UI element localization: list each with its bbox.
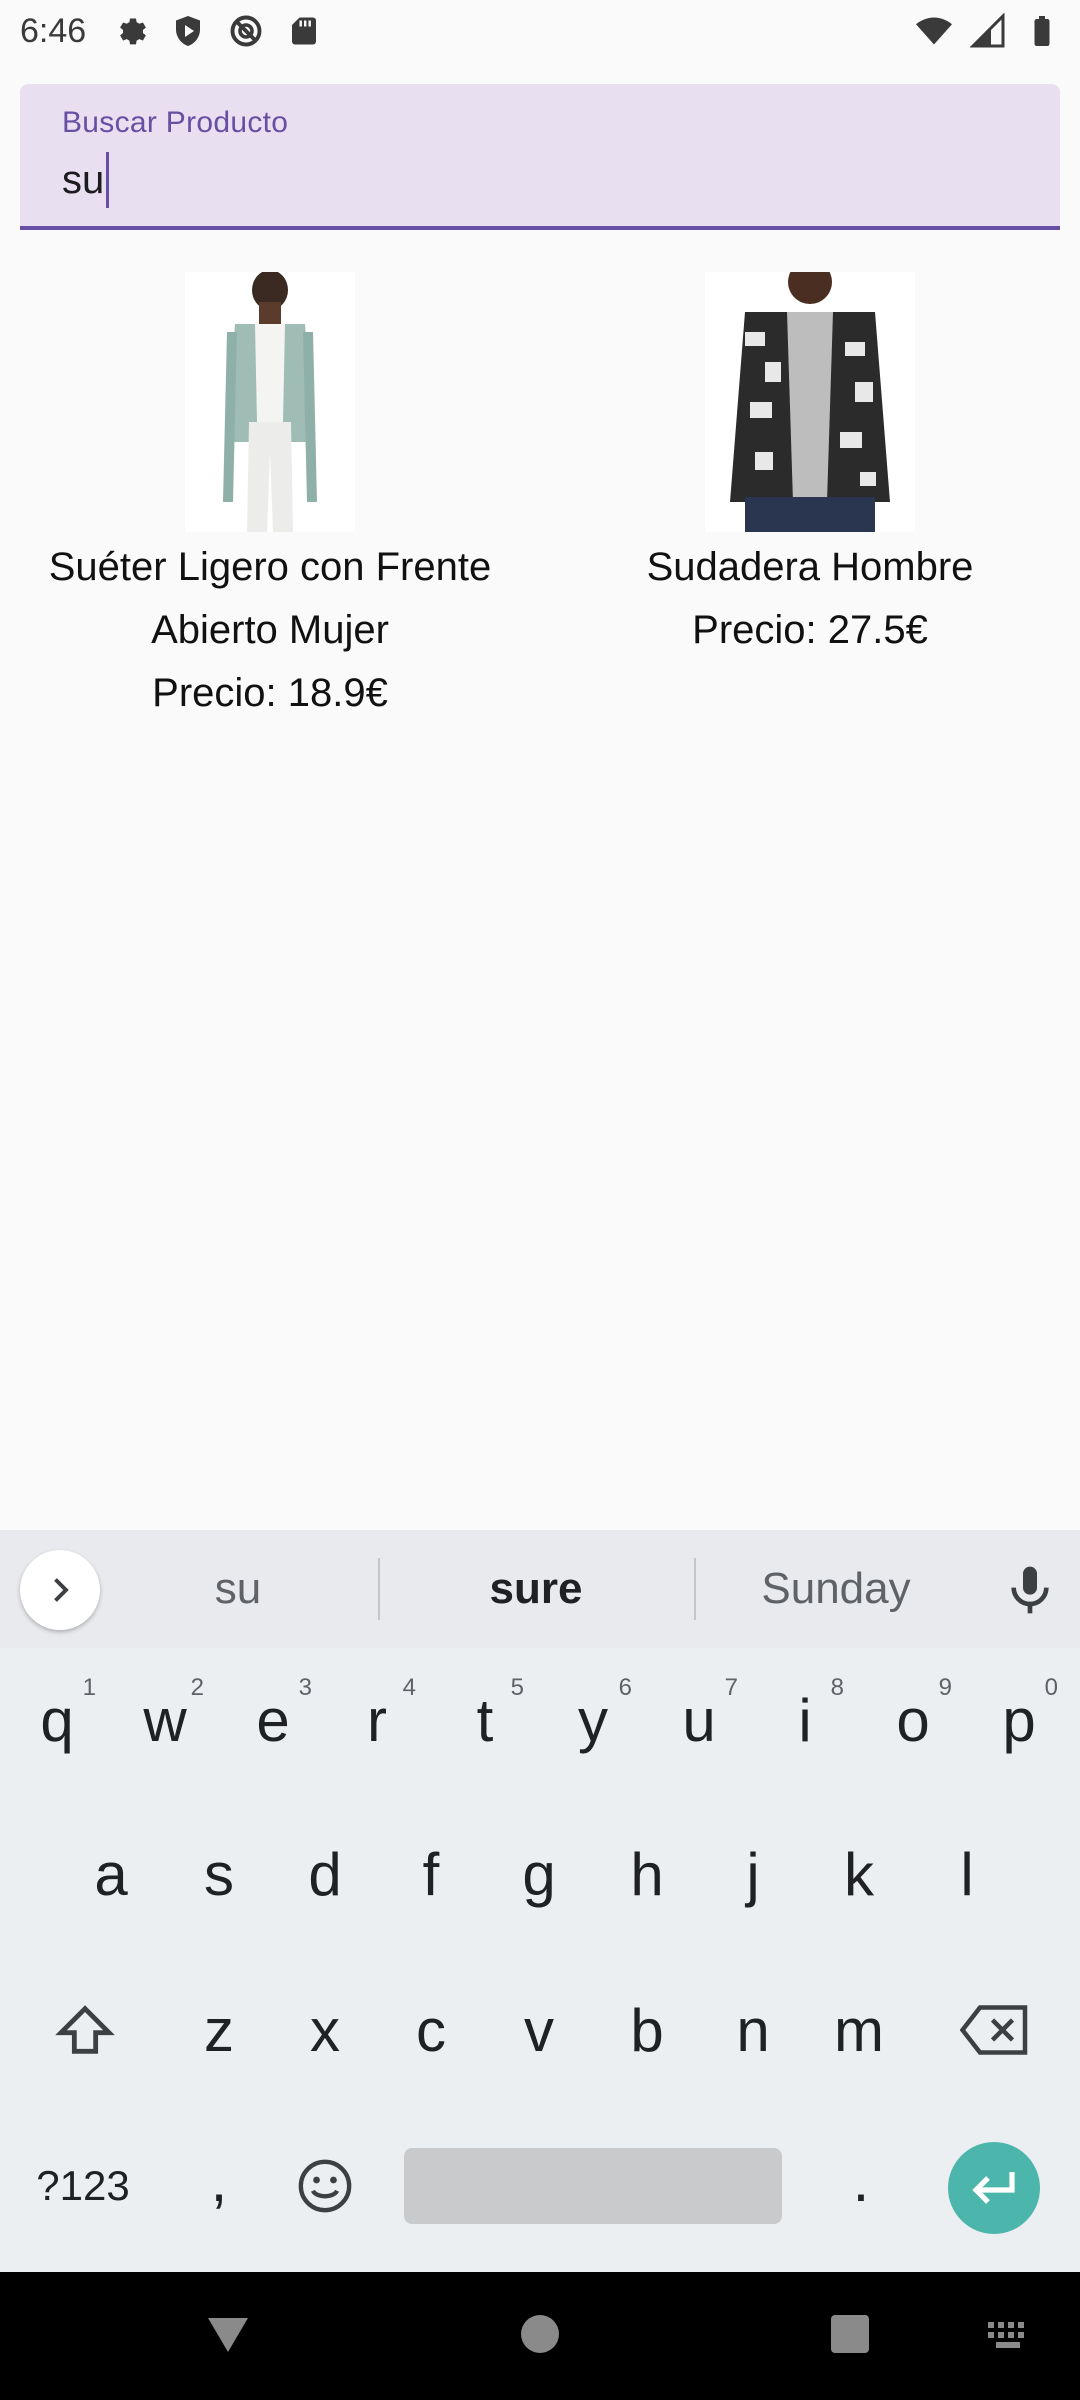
text-cursor (106, 152, 110, 208)
status-bar: 6:46 (0, 0, 1080, 62)
enter-icon (972, 2172, 1015, 2204)
shift-key[interactable] (32, 1960, 138, 2100)
key-o[interactable]: o9 (860, 1650, 966, 1790)
product-name: Suéter Ligero con Frente Abierto Mujer (48, 545, 492, 652)
suggestion-2[interactable]: sure (380, 1530, 692, 1648)
back-icon[interactable] (206, 2314, 250, 2354)
key-s[interactable]: s (166, 1804, 272, 1944)
product-card[interactable]: Sudadera Hombre Precio: 27.5€ (540, 272, 1080, 725)
emoji-icon (298, 2159, 352, 2213)
product-price: Precio: 27.5€ (692, 608, 928, 652)
expand-toolbar-button[interactable] (20, 1550, 100, 1630)
key-g[interactable]: g (486, 1804, 592, 1944)
status-time: 6:46 (20, 11, 87, 50)
chevron-right-icon (54, 1578, 69, 1602)
product-card[interactable]: Suéter Ligero con Frente Abierto Mujer P… (0, 272, 540, 725)
key-v[interactable]: v (486, 1960, 592, 2100)
blocked-icon (230, 15, 262, 47)
microphone-icon[interactable] (1002, 1560, 1058, 1620)
home-icon[interactable] (520, 2314, 560, 2354)
cardigan-woman-image (185, 272, 355, 532)
wifi-icon (916, 17, 952, 45)
shield-play-icon (176, 16, 201, 46)
product-grid: Suéter Ligero con Frente Abierto Mujer P… (0, 272, 1080, 725)
enter-key[interactable] (948, 2142, 1040, 2234)
backspace-icon (960, 2005, 1028, 2055)
key-b[interactable]: b (594, 1960, 700, 2100)
comma-key[interactable]: , (166, 2110, 272, 2250)
key-z[interactable]: z (166, 1960, 272, 2100)
key-x[interactable]: x (272, 1960, 378, 2100)
space-key[interactable] (404, 2148, 782, 2224)
product-price: Precio: 18.9€ (152, 671, 388, 715)
key-i[interactable]: i8 (752, 1650, 858, 1790)
suggestion-bar: su sure Sunday (0, 1530, 1080, 1648)
key-d[interactable]: d (272, 1804, 378, 1944)
key-n[interactable]: n (700, 1960, 806, 2100)
period-key[interactable]: . (808, 2110, 914, 2250)
key-f[interactable]: f (378, 1804, 484, 1944)
key-e[interactable]: e3 (220, 1650, 326, 1790)
suggestion-1[interactable]: su (120, 1530, 356, 1648)
keyboard-switch-icon[interactable] (986, 2320, 1030, 2350)
product-name: Sudadera Hombre (646, 545, 974, 589)
key-l[interactable]: l (914, 1804, 1020, 1944)
battery-icon (1034, 16, 1050, 46)
key-h[interactable]: h (594, 1804, 700, 1944)
sd-card-icon (292, 17, 317, 45)
search-field[interactable]: Buscar Producto su (20, 84, 1060, 230)
signal-icon (970, 13, 1005, 48)
screen: 6:46 Buscar Producto su Suéter Ligero co… (0, 0, 1080, 2400)
navigation-bar (0, 2272, 1080, 2400)
product-image (185, 272, 355, 532)
key-t[interactable]: t5 (432, 1650, 538, 1790)
search-label: Buscar Producto (62, 106, 289, 139)
key-m[interactable]: m (806, 1960, 912, 2100)
key-j[interactable]: j (700, 1804, 806, 1944)
backspace-key[interactable] (942, 1960, 1048, 2100)
key-k[interactable]: k (806, 1804, 912, 1944)
search-input-value: su (62, 157, 105, 202)
key-w[interactable]: w2 (112, 1650, 218, 1790)
key-y[interactable]: y6 (540, 1650, 646, 1790)
search-input[interactable]: su (62, 152, 1018, 208)
recents-icon[interactable] (830, 2314, 870, 2354)
emoji-key[interactable] (272, 2116, 378, 2256)
shift-icon (55, 2005, 115, 2054)
product-image (705, 272, 915, 532)
hoodie-man-image (705, 272, 915, 532)
key-p[interactable]: p0 (966, 1650, 1072, 1790)
suggestion-3[interactable]: Sunday (696, 1530, 976, 1648)
key-c[interactable]: c (378, 1960, 484, 2100)
settings-icon (120, 18, 147, 45)
soft-keyboard: su sure Sunday q1 w2 e3 r4 t5 y6 u7 i8 o… (0, 1530, 1080, 2272)
key-a[interactable]: a (58, 1804, 164, 1944)
key-q[interactable]: q1 (4, 1650, 110, 1790)
key-u[interactable]: u7 (646, 1650, 752, 1790)
symbols-key[interactable]: ?123 (18, 2116, 148, 2256)
key-r[interactable]: r4 (324, 1650, 430, 1790)
